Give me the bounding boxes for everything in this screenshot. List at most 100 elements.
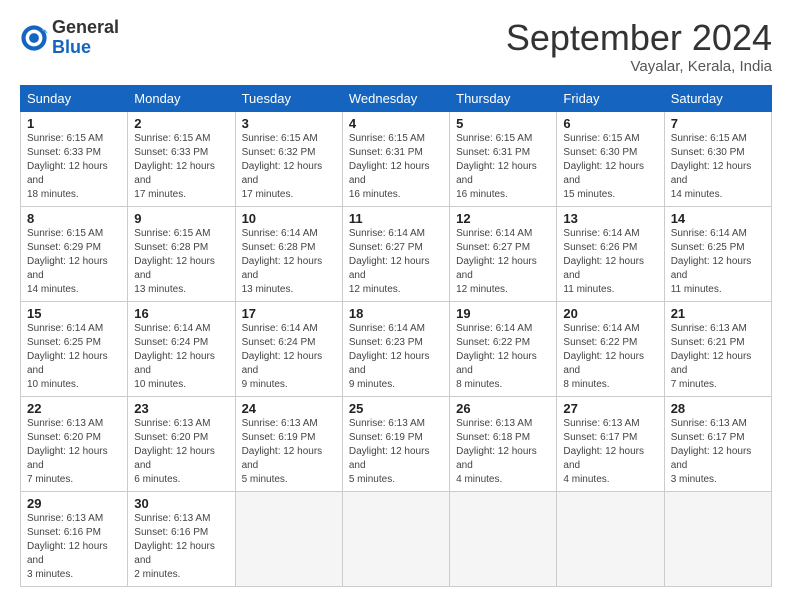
logo-icon bbox=[20, 24, 48, 52]
calendar-cell: 15Sunrise: 6:14 AMSunset: 6:25 PMDayligh… bbox=[21, 301, 128, 396]
day-number: 10 bbox=[242, 211, 336, 226]
day-number: 6 bbox=[563, 116, 657, 131]
logo-text-block: General Blue bbox=[52, 18, 119, 58]
calendar-cell: 3Sunrise: 6:15 AMSunset: 6:32 PMDaylight… bbox=[235, 111, 342, 206]
day-info: Sunrise: 6:14 AMSunset: 6:26 PMDaylight:… bbox=[563, 227, 657, 297]
calendar-cell bbox=[664, 491, 771, 586]
week-row-2: 8Sunrise: 6:15 AMSunset: 6:29 PMDaylight… bbox=[21, 206, 772, 301]
day-info: Sunrise: 6:15 AMSunset: 6:31 PMDaylight:… bbox=[456, 132, 550, 202]
week-row-3: 15Sunrise: 6:14 AMSunset: 6:25 PMDayligh… bbox=[21, 301, 772, 396]
logo-wordmark: General Blue bbox=[52, 18, 119, 58]
calendar-cell: 21Sunrise: 6:13 AMSunset: 6:21 PMDayligh… bbox=[664, 301, 771, 396]
day-number: 27 bbox=[563, 401, 657, 416]
day-number: 17 bbox=[242, 306, 336, 321]
week-row-1: 1Sunrise: 6:15 AMSunset: 6:33 PMDaylight… bbox=[21, 111, 772, 206]
day-info: Sunrise: 6:15 AMSunset: 6:32 PMDaylight:… bbox=[242, 132, 336, 202]
day-number: 2 bbox=[134, 116, 228, 131]
day-number: 14 bbox=[671, 211, 765, 226]
day-number: 5 bbox=[456, 116, 550, 131]
day-info: Sunrise: 6:15 AMSunset: 6:33 PMDaylight:… bbox=[134, 132, 228, 202]
day-info: Sunrise: 6:13 AMSunset: 6:19 PMDaylight:… bbox=[242, 417, 336, 487]
calendar-cell: 5Sunrise: 6:15 AMSunset: 6:31 PMDaylight… bbox=[450, 111, 557, 206]
calendar-cell: 9Sunrise: 6:15 AMSunset: 6:28 PMDaylight… bbox=[128, 206, 235, 301]
logo-blue: Blue bbox=[52, 37, 91, 57]
day-number: 3 bbox=[242, 116, 336, 131]
calendar-table: SundayMondayTuesdayWednesdayThursdayFrid… bbox=[20, 85, 772, 587]
day-number: 26 bbox=[456, 401, 550, 416]
logo-general: General bbox=[52, 17, 119, 37]
day-number: 18 bbox=[349, 306, 443, 321]
calendar-cell bbox=[235, 491, 342, 586]
day-number: 16 bbox=[134, 306, 228, 321]
day-info: Sunrise: 6:14 AMSunset: 6:23 PMDaylight:… bbox=[349, 322, 443, 392]
calendar-cell: 20Sunrise: 6:14 AMSunset: 6:22 PMDayligh… bbox=[557, 301, 664, 396]
calendar-cell: 18Sunrise: 6:14 AMSunset: 6:23 PMDayligh… bbox=[342, 301, 449, 396]
logo: General Blue bbox=[20, 18, 119, 58]
calendar-cell: 24Sunrise: 6:13 AMSunset: 6:19 PMDayligh… bbox=[235, 396, 342, 491]
calendar-cell: 7Sunrise: 6:15 AMSunset: 6:30 PMDaylight… bbox=[664, 111, 771, 206]
day-number: 1 bbox=[27, 116, 121, 131]
calendar-cell bbox=[342, 491, 449, 586]
day-info: Sunrise: 6:15 AMSunset: 6:31 PMDaylight:… bbox=[349, 132, 443, 202]
calendar-cell: 17Sunrise: 6:14 AMSunset: 6:24 PMDayligh… bbox=[235, 301, 342, 396]
col-header-thursday: Thursday bbox=[450, 85, 557, 111]
calendar-cell: 25Sunrise: 6:13 AMSunset: 6:19 PMDayligh… bbox=[342, 396, 449, 491]
week-row-4: 22 Sunrise: 6:13 AMSunset: 6:20 PMDayligh… bbox=[21, 396, 772, 491]
day-number: 21 bbox=[671, 306, 765, 321]
day-info: Sunrise: 6:13 AMSunset: 6:21 PMDaylight:… bbox=[671, 322, 765, 392]
day-info: Sunrise: 6:15 AMSunset: 6:30 PMDaylight:… bbox=[563, 132, 657, 202]
calendar-cell bbox=[450, 491, 557, 586]
calendar-cell: 14Sunrise: 6:14 AMSunset: 6:25 PMDayligh… bbox=[664, 206, 771, 301]
calendar-cell: 23Sunrise: 6:13 AMSunset: 6:20 PMDayligh… bbox=[128, 396, 235, 491]
day-number: 19 bbox=[456, 306, 550, 321]
calendar-cell: 27Sunrise: 6:13 AMSunset: 6:17 PMDayligh… bbox=[557, 396, 664, 491]
day-number: 13 bbox=[563, 211, 657, 226]
day-number: 12 bbox=[456, 211, 550, 226]
day-number: 23 bbox=[134, 401, 228, 416]
day-info: Sunrise: 6:14 AMSunset: 6:24 PMDaylight:… bbox=[134, 322, 228, 392]
month-title: September 2024 bbox=[506, 18, 772, 58]
day-number: 7 bbox=[671, 116, 765, 131]
col-header-monday: Monday bbox=[128, 85, 235, 111]
calendar-cell: 16Sunrise: 6:14 AMSunset: 6:24 PMDayligh… bbox=[128, 301, 235, 396]
day-number: 30 bbox=[134, 496, 228, 511]
day-info: Sunrise: 6:14 AMSunset: 6:22 PMDaylight:… bbox=[456, 322, 550, 392]
day-info: Sunrise: 6:15 AMSunset: 6:28 PMDaylight:… bbox=[134, 227, 228, 297]
day-info: Sunrise: 6:13 AMSunset: 6:16 PMDaylight:… bbox=[134, 512, 228, 582]
day-number: 22 bbox=[27, 401, 121, 416]
calendar-cell: 29Sunrise: 6:13 AMSunset: 6:16 PMDayligh… bbox=[21, 491, 128, 586]
day-info: Sunrise: 6:13 AMSunset: 6:18 PMDaylight:… bbox=[456, 417, 550, 487]
calendar-cell: 2Sunrise: 6:15 AMSunset: 6:33 PMDaylight… bbox=[128, 111, 235, 206]
day-info: Sunrise: 6:13 AMSunset: 6:20 PMDaylight:… bbox=[134, 417, 228, 487]
day-number: 11 bbox=[349, 211, 443, 226]
calendar-cell: 6Sunrise: 6:15 AMSunset: 6:30 PMDaylight… bbox=[557, 111, 664, 206]
week-row-5: 29Sunrise: 6:13 AMSunset: 6:16 PMDayligh… bbox=[21, 491, 772, 586]
calendar-cell: 19Sunrise: 6:14 AMSunset: 6:22 PMDayligh… bbox=[450, 301, 557, 396]
day-info: Sunrise: 6:14 AMSunset: 6:24 PMDaylight:… bbox=[242, 322, 336, 392]
day-info: Sunrise: 6:14 AMSunset: 6:25 PMDaylight:… bbox=[671, 227, 765, 297]
calendar-cell: 28Sunrise: 6:13 AMSunset: 6:17 PMDayligh… bbox=[664, 396, 771, 491]
day-info: Sunrise: 6:14 AMSunset: 6:27 PMDaylight:… bbox=[349, 227, 443, 297]
col-header-friday: Friday bbox=[557, 85, 664, 111]
page: General Blue September 2024 Vayalar, Ker… bbox=[0, 0, 792, 597]
day-info: Sunrise: 6:15 AMSunset: 6:30 PMDaylight:… bbox=[671, 132, 765, 202]
day-info: Sunrise: 6:15 AMSunset: 6:33 PMDaylight:… bbox=[27, 132, 121, 202]
calendar-cell: 30Sunrise: 6:13 AMSunset: 6:16 PMDayligh… bbox=[128, 491, 235, 586]
header: General Blue September 2024 Vayalar, Ker… bbox=[20, 18, 772, 75]
day-number: 8 bbox=[27, 211, 121, 226]
day-info: Sunrise: 6:14 AMSunset: 6:28 PMDaylight:… bbox=[242, 227, 336, 297]
col-header-sunday: Sunday bbox=[21, 85, 128, 111]
calendar-cell: 4Sunrise: 6:15 AMSunset: 6:31 PMDaylight… bbox=[342, 111, 449, 206]
calendar-cell: 8Sunrise: 6:15 AMSunset: 6:29 PMDaylight… bbox=[21, 206, 128, 301]
day-info: Sunrise: 6:13 AMSunset: 6:19 PMDaylight:… bbox=[349, 417, 443, 487]
col-header-saturday: Saturday bbox=[664, 85, 771, 111]
day-number: 25 bbox=[349, 401, 443, 416]
day-number: 20 bbox=[563, 306, 657, 321]
calendar-cell: 26Sunrise: 6:13 AMSunset: 6:18 PMDayligh… bbox=[450, 396, 557, 491]
calendar-cell: 1Sunrise: 6:15 AMSunset: 6:33 PMDaylight… bbox=[21, 111, 128, 206]
calendar-cell bbox=[557, 491, 664, 586]
title-block: September 2024 Vayalar, Kerala, India bbox=[506, 18, 772, 75]
location-title: Vayalar, Kerala, India bbox=[506, 58, 772, 75]
day-number: 4 bbox=[349, 116, 443, 131]
day-info: Sunrise: 6:14 AMSunset: 6:27 PMDaylight:… bbox=[456, 227, 550, 297]
